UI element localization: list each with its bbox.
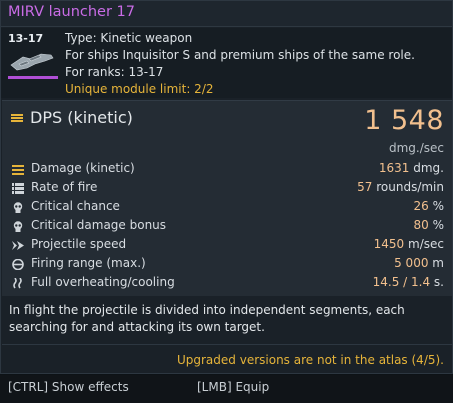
show-effects-hint[interactable]: [CTRL] Show effects — [8, 380, 129, 394]
firing-range-icon — [12, 259, 24, 270]
critical-chance-icon — [13, 202, 23, 213]
stat-label: Critical damage bonus — [31, 218, 167, 232]
divider — [2, 344, 452, 345]
stat-row-damage: Damage (kinetic) 1631 dmg. — [2, 160, 452, 179]
title-bar: MIRV launcher 17 — [1, 1, 452, 27]
stat-label: Damage (kinetic) — [31, 161, 135, 175]
hint-bar: [CTRL] Show effects [LMB] Equip — [0, 375, 453, 403]
stat-value: 5 000 m — [394, 256, 444, 270]
stat-label: Rate of fire — [31, 180, 98, 194]
equip-hint[interactable]: [LMB] Equip — [197, 380, 269, 394]
rate-of-fire-icon — [12, 183, 24, 194]
module-description: In flight the projectile is divided into… — [9, 303, 405, 334]
stat-value: 26 % — [413, 199, 444, 213]
stat-label: Full overheating/cooling — [31, 275, 175, 289]
dps-value: 1 548 — [364, 105, 444, 136]
module-limit: Unique module limit: 2/2 — [65, 82, 214, 96]
stat-value: 14.5 / 1.4 s. — [372, 275, 444, 289]
stat-value: 1631 dmg. — [378, 161, 444, 175]
stat-label: Critical chance — [31, 199, 120, 213]
module-title: MIRV launcher 17 — [8, 4, 135, 20]
critical-damage-icon — [13, 221, 23, 232]
stats-panel: DPS (kinetic) 1 548 dmg./sec Damage (kin… — [2, 100, 452, 296]
upgrade-note: Upgraded versions are not in the atlas (… — [176, 353, 444, 367]
stat-row-rate-of-fire: Rate of fire 57 rounds/min — [2, 179, 452, 198]
projectile-speed-icon — [12, 241, 24, 250]
module-tooltip: MIRV launcher 17 13-17 Type: Kinetic wea… — [0, 0, 453, 374]
stat-row-overheating: Full overheating/cooling 14.5 / 1.4 s. — [2, 274, 452, 293]
overheating-icon — [13, 278, 22, 289]
kinetic-icon — [11, 114, 23, 122]
damage-icon — [12, 165, 24, 175]
rank-box: 13-17 — [7, 32, 59, 80]
stat-row-critical-damage: Critical damage bonus 80 % — [2, 217, 452, 236]
rank-color-bar — [8, 76, 58, 79]
stat-row-projectile-speed: Projectile speed 1450 m/sec — [2, 236, 452, 255]
rank-range: 13-17 — [8, 32, 44, 45]
stat-label: Projectile speed — [31, 237, 127, 251]
module-header: 13-17 Type: Kinetic weapon For ships Inq… — [1, 28, 452, 98]
stat-value: 1450 m/sec — [373, 237, 444, 251]
weapon-type: Type: Kinetic weapon — [65, 31, 193, 45]
stat-label: Firing range (max.) — [31, 256, 146, 270]
ship-compatibility: For ships Inquisitor S and premium ships… — [65, 48, 415, 62]
stat-row-critical-chance: Critical chance 26 % — [2, 198, 452, 217]
stat-value: 80 % — [413, 218, 444, 232]
rank-requirement: For ranks: 13-17 — [65, 65, 164, 79]
dps-label: DPS (kinetic) — [30, 108, 133, 127]
stat-row-firing-range: Firing range (max.) 5 000 m — [2, 255, 452, 274]
mirv-launcher-icon — [10, 53, 54, 71]
stat-value: 57 rounds/min — [357, 180, 444, 194]
module-info: Type: Kinetic weapon For ships Inquisito… — [65, 30, 445, 98]
dps-unit: dmg./sec — [388, 141, 444, 155]
